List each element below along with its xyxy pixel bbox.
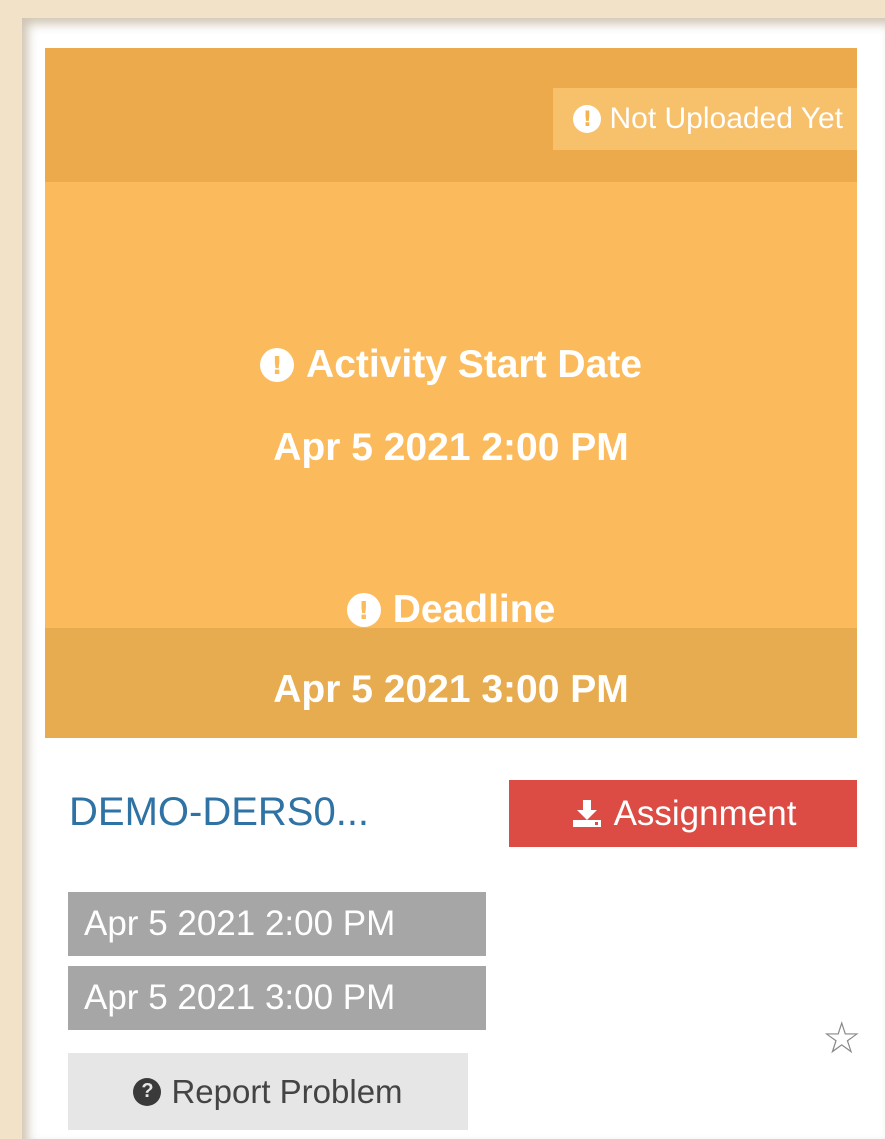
- exclamation-icon: !: [573, 105, 602, 133]
- download-icon: [572, 799, 601, 827]
- upload-status-badge: ! Not Uploaded Yet: [553, 88, 857, 150]
- deadline-label: Deadline: [392, 588, 556, 631]
- deadline-value: Apr 5 2021 3:00 PM: [273, 668, 629, 711]
- report-problem-label: Report Problem: [171, 1072, 403, 1110]
- start-date-chip: Apr 5 2021 2:00 PM: [68, 892, 486, 956]
- assignment-button[interactable]: Assignment: [509, 780, 857, 847]
- upload-status-text: Not Uploaded Yet: [609, 102, 843, 135]
- start-date-heading: ! Activity Start Date: [45, 343, 857, 387]
- star-outline-icon[interactable]: ☆: [822, 1017, 861, 1061]
- start-date-label: Activity Start Date: [306, 343, 642, 386]
- deadline-heading: ! Deadline: [45, 588, 857, 632]
- question-circle-icon: ?: [133, 1077, 162, 1106]
- report-problem-button[interactable]: ? Report Problem: [68, 1053, 468, 1130]
- exclamation-icon: !: [260, 348, 295, 382]
- card-header-band: ! Not Uploaded Yet: [45, 48, 857, 182]
- exclamation-icon: !: [346, 593, 381, 627]
- activity-title-link[interactable]: DEMO-DERS0...: [69, 790, 369, 835]
- assignment-label: Assignment: [613, 793, 797, 833]
- end-date-chip: Apr 5 2021 3:00 PM: [68, 966, 486, 1030]
- activity-card[interactable]: ! Not Uploaded Yet ! Activity Start Date…: [45, 48, 857, 738]
- start-date-value: Apr 5 2021 2:00 PM: [273, 426, 629, 469]
